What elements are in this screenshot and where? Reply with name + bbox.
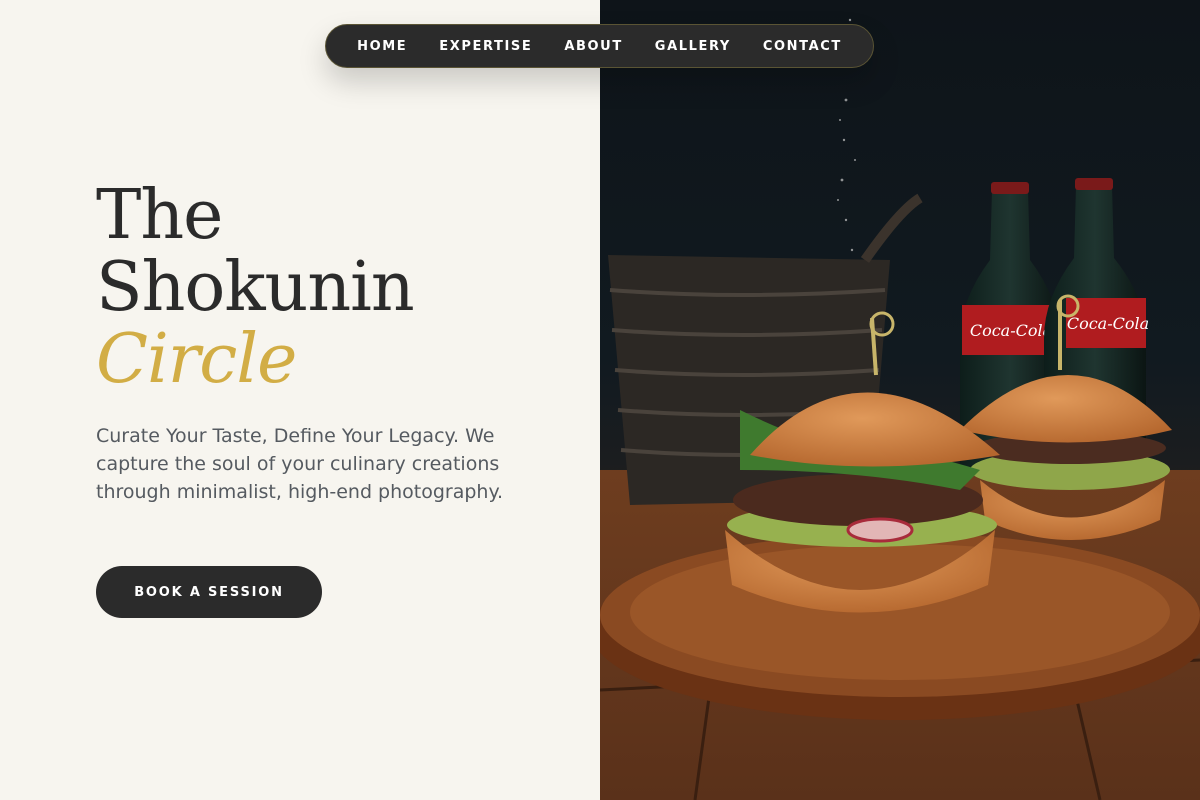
hero-title: The Shokunin Circle xyxy=(96,176,415,399)
bottle-label-1: Coca-Cola xyxy=(970,321,1052,340)
nav-gallery[interactable]: GALLERY xyxy=(655,39,731,54)
main-nav: HOME EXPERTISE ABOUT GALLERY CONTACT xyxy=(325,24,874,68)
bottle-label-2: Coca-Cola xyxy=(1067,314,1149,333)
burger-photo-illustration: Coca-Cola Coca-Cola xyxy=(600,18,1200,800)
wooden-board xyxy=(600,533,1200,720)
hero-photo: Coca-Cola Coca-Cola xyxy=(600,0,1200,800)
hero-subtitle: Curate Your Taste, Define Your Legacy. W… xyxy=(96,425,504,503)
nav-contact[interactable]: CONTACT xyxy=(763,39,842,54)
hero-text-panel: The Shokunin Circle Curate Your Taste, D… xyxy=(0,0,600,800)
hero-title-line-2: Shokunin xyxy=(96,248,415,327)
book-session-button[interactable]: BOOK A SESSION xyxy=(96,566,322,618)
nav-about[interactable]: ABOUT xyxy=(564,39,622,54)
nav-expertise[interactable]: EXPERTISE xyxy=(439,39,532,54)
hero-title-accent: Circle xyxy=(96,320,297,399)
nav-home[interactable]: HOME xyxy=(357,39,407,54)
hero-title-line-1: The xyxy=(96,176,223,255)
